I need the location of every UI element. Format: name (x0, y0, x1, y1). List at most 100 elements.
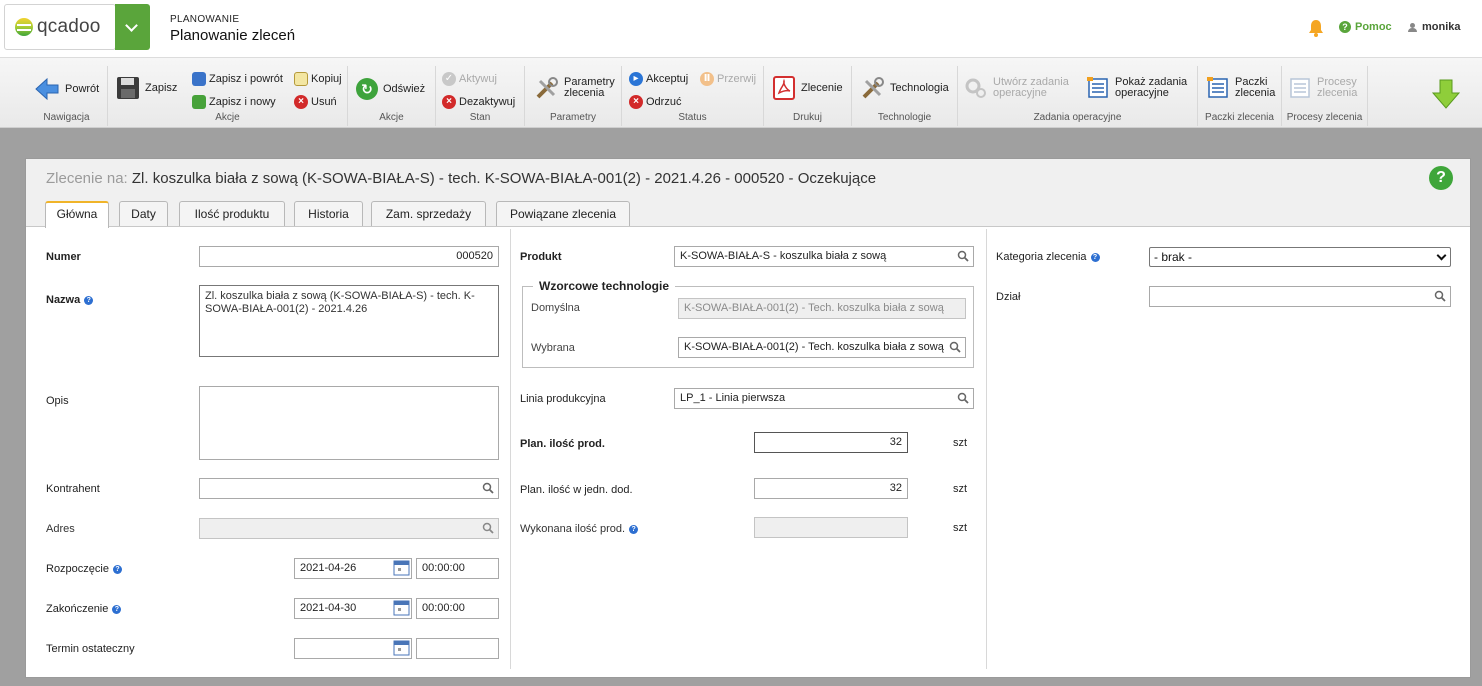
linia-produkcyjna-lookup[interactable]: LP_1 - Linia pierwsza (674, 388, 974, 409)
qcadoo-logo-icon (15, 18, 33, 36)
save-and-new-button[interactable]: Zapisz i nowy (192, 95, 276, 109)
copy-button[interactable]: Kopiuj (294, 72, 342, 86)
ribbon-group-akcje-refresh: ↻ Odśwież Akcje (348, 66, 436, 126)
show-operational-tasks-button[interactable]: Pokaż zadania operacyjne (1086, 76, 1187, 100)
ribbon-group-akcje: Zapisz Zapisz i powrót Zapisz i nowy Kop… (108, 66, 348, 126)
kategoria-zlecenia-select[interactable]: - brak - (1149, 247, 1451, 267)
zakonczenie-time-field[interactable]: 00:00:00 (416, 598, 499, 619)
top-header: qcadoo PLANOWANIE Planowanie zleceń ? Po… (0, 0, 1482, 58)
wybrana-label: Wybrana (531, 342, 575, 354)
activate-icon: ✓ (442, 72, 456, 86)
termin-time-field[interactable] (416, 638, 499, 659)
wybrana-lookup[interactable]: K-SOWA-BIAŁA-001(2) - Tech. koszulka bia… (678, 337, 966, 358)
kontrahent-label: Kontrahent (46, 483, 100, 495)
back-arrow-icon (35, 77, 59, 101)
nazwa-textarea[interactable]: Zl. koszulka biała z sową (K-SOWA-BIAŁA-… (199, 285, 499, 357)
tab-daty[interactable]: Daty (119, 201, 168, 226)
numer-label: Numer (46, 251, 81, 263)
search-icon[interactable] (482, 482, 494, 494)
order-parameters-button[interactable]: Parametry zlecenia (535, 76, 615, 100)
save-and-back-button[interactable]: Zapisz i powrót (192, 72, 283, 86)
ribbon-group-parametry: Parametry zlecenia Parametry (525, 66, 622, 126)
print-order-button[interactable]: Zlecenie (772, 76, 843, 100)
search-icon[interactable] (949, 341, 961, 353)
page-title: Planowanie zleceń (170, 27, 296, 44)
list-icon (1290, 78, 1310, 98)
logo-text: qcadoo (37, 16, 101, 37)
wykonana-ilosc-label: Wykonana ilość prod. ? (520, 523, 639, 535)
zakonczenie-label: Zakończenie ? (46, 603, 122, 615)
list-icon (1087, 77, 1108, 98)
info-icon: ? (84, 295, 94, 305)
chevron-down-icon (1436, 250, 1447, 261)
rozpoczecie-label: Rozpoczęcie ? (46, 563, 122, 575)
search-icon[interactable] (1434, 290, 1446, 302)
interrupt-button[interactable]: Ⅱ Przerwij (700, 72, 756, 86)
kontrahent-lookup[interactable] (199, 478, 499, 499)
notifications-bell-icon[interactable] (1308, 19, 1324, 37)
deactivate-button[interactable]: × Dezaktywuj (442, 95, 515, 109)
info-icon: ? (112, 604, 122, 614)
user-menu[interactable]: monika (1408, 21, 1461, 33)
copy-icon (294, 72, 308, 86)
technology-button[interactable]: Technologia (861, 76, 949, 100)
help-link[interactable]: ? Pomoc (1339, 21, 1392, 33)
main-menu-toggle-button[interactable] (115, 4, 150, 50)
plan-ilosc-dod-field[interactable]: 32 (754, 478, 908, 499)
logo[interactable]: qcadoo (4, 4, 116, 50)
ribbon-group-zadania-operacyjne: Utwórz zadania operacyjne Pokaż zadania op… (958, 66, 1198, 126)
back-button[interactable]: Powrót (34, 76, 99, 102)
domyslna-field: K-SOWA-BIAŁA-001(2) - Tech. koszulka bia… (678, 298, 966, 319)
record-title: Zlecenie na: Zl. koszulka biała z sową (… (46, 170, 877, 187)
order-packs-button[interactable]: Paczki zlecenia (1206, 76, 1275, 100)
nazwa-label: Nazwa ? (46, 294, 94, 306)
produkt-label: Produkt (520, 251, 562, 263)
order-processes-button[interactable]: Procesy zlecenia (1288, 76, 1357, 100)
create-operational-tasks-button[interactable]: Utwórz zadania operacyjne (964, 76, 1069, 100)
column-divider (510, 229, 511, 669)
reject-button[interactable]: × Odrzuć (629, 95, 681, 109)
numer-field[interactable]: 000520 (199, 246, 499, 267)
activate-button[interactable]: ✓ Aktywuj (442, 72, 497, 86)
adres-lookup[interactable] (199, 518, 499, 539)
accept-play-icon: ▸ (629, 72, 643, 86)
list-icon (1207, 77, 1228, 98)
info-icon: ? (1090, 252, 1100, 262)
help-icon[interactable]: ? (1429, 166, 1453, 190)
floppy-disk-icon (117, 77, 139, 99)
search-icon[interactable] (957, 250, 969, 262)
save-button[interactable]: Zapisz (116, 76, 177, 100)
opis-textarea[interactable] (199, 386, 499, 460)
calendar-icon[interactable] (393, 639, 410, 656)
plan-ilosc-field[interactable]: 32 (754, 432, 908, 453)
plan-ilosc-unit: szt (953, 437, 968, 449)
tab-historia[interactable]: Historia (294, 201, 363, 226)
ribbon-group-paczki: Paczki zlecenia Paczki zlecenia (1198, 66, 1282, 126)
pause-icon: Ⅱ (700, 72, 714, 86)
dzial-lookup[interactable] (1149, 286, 1451, 307)
accept-button[interactable]: ▸ Akceptuj (629, 72, 688, 86)
delete-button[interactable]: × Usuń (294, 95, 337, 109)
opis-label: Opis (46, 395, 69, 407)
tools-icon (536, 77, 558, 99)
pdf-icon (773, 76, 795, 100)
search-icon[interactable] (482, 522, 494, 534)
tab-zam-sprzedazy[interactable]: Zam. sprzedaży (371, 201, 486, 226)
user-name: monika (1422, 21, 1461, 33)
adres-label: Adres (46, 523, 75, 535)
help-icon: ? (1339, 21, 1351, 33)
produkt-lookup[interactable]: K-SOWA-BIAŁA-S - koszulka biała z sową (674, 246, 974, 267)
termin-ostateczny-label: Termin ostateczny (46, 643, 135, 655)
ribbon-group-nawigacja: Powrót Nawigacja (26, 66, 108, 126)
refresh-button[interactable]: ↻ Odśwież (356, 78, 425, 100)
refresh-icon: ↻ (356, 78, 378, 100)
tab-ilosc-produktu[interactable]: Ilość produktu (179, 201, 285, 226)
more-actions-down-arrow-icon[interactable] (1430, 78, 1462, 110)
tab-powiazane-zlecenia[interactable]: Powiązane zlecenia (496, 201, 630, 226)
calendar-icon[interactable] (393, 559, 410, 576)
search-icon[interactable] (957, 392, 969, 404)
calendar-icon[interactable] (393, 599, 410, 616)
wzorcowe-technologie-legend: Wzorcowe technologie (533, 279, 676, 293)
rozpoczecie-time-field[interactable]: 00:00:00 (416, 558, 499, 579)
tab-glowna[interactable]: Główna (45, 201, 109, 228)
